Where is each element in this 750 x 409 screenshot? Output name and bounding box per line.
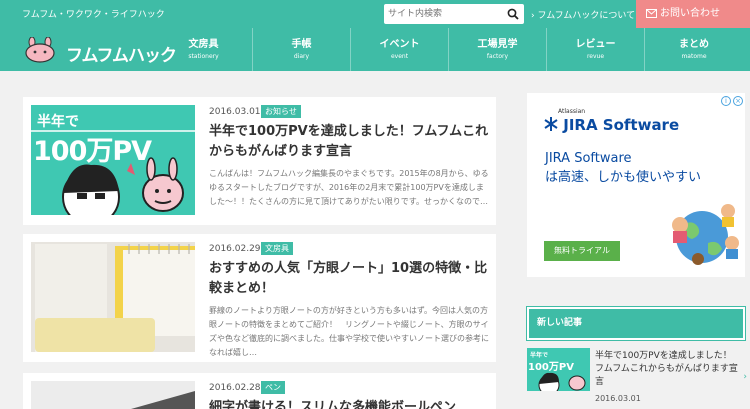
pen-photo — [31, 381, 195, 409]
recent-post-item[interactable]: 半年で 100万PV 半年で100万PVを達成しました！フムフムこれからもがんば… — [527, 344, 747, 409]
category-badge[interactable]: 文房具 — [261, 242, 293, 255]
contact-button[interactable]: お問い合わせ — [636, 0, 750, 28]
free-trial-button[interactable]: 無料トライアル — [544, 241, 620, 261]
ad-choices-badge[interactable]: i × — [721, 96, 743, 106]
rabbit-logo-icon — [25, 36, 55, 63]
site-logo[interactable]: フムフムハック — [22, 36, 177, 66]
chevron-right-icon[interactable]: › — [743, 372, 747, 382]
globe-people-illustration — [672, 204, 739, 265]
post-date: 2016.03.01 — [209, 107, 261, 117]
site-tagline: フムフム・ワクワク・ライフハック — [22, 10, 165, 20]
close-icon[interactable]: × — [733, 96, 743, 106]
notebook-photo — [31, 242, 195, 352]
chevron-right-icon: › — [531, 11, 535, 21]
post-thumbnail[interactable] — [31, 242, 195, 352]
nav-item-diary[interactable]: 手帳 diary — [253, 28, 351, 71]
cartoon-illustration — [31, 130, 195, 215]
recent-post-date: 2016.03.01 — [595, 394, 641, 403]
post-title[interactable]: おすすめの人気「方眼ノート」10選の特徴・比較まとめ！ — [209, 259, 494, 299]
post-card[interactable]: 2016.02.28 ペン 細字が書ける！スリムな多機能ボールペン — [23, 373, 496, 409]
recent-post-thumbnail[interactable]: 半年で 100万PV — [527, 348, 590, 391]
nav-item-revue[interactable]: レビュー revue — [547, 28, 645, 71]
post-excerpt: こんばんは！フムフムハック編集長のやまぐちです。2015年の8月から、ゆるゆるス… — [209, 169, 489, 206]
mail-icon — [646, 9, 657, 18]
post-title[interactable]: 細字が書ける！スリムな多機能ボールペン — [209, 398, 494, 409]
info-icon[interactable]: i — [721, 96, 731, 106]
category-badge[interactable]: ペン — [261, 381, 285, 394]
nav-item-event[interactable]: イベント event — [351, 28, 449, 71]
post-card[interactable]: 2016.02.29 文房具 おすすめの人気「方眼ノート」10選の特徴・比較まと… — [23, 234, 496, 362]
post-title[interactable]: 半年で100万PVを達成しました！フムフムこれからもがんばります宣言 — [209, 122, 494, 162]
post-date: 2016.02.29 — [209, 244, 261, 254]
post-thumbnail[interactable]: 半年で 100万PV — [31, 105, 195, 215]
recent-posts-heading: 新しい記事 — [526, 306, 746, 341]
recent-post-title[interactable]: 半年で100万PVを達成しました！フムフムこれからもがんばります宣言 — [595, 350, 739, 389]
nav-item-stationery[interactable]: 文房具 stationery — [155, 28, 253, 71]
post-excerpt: 罫線のノートより方眼ノートの方が好きという方も多いはず。今回は人気の方眼ノートの… — [209, 306, 489, 357]
jira-logo-icon — [544, 117, 558, 131]
nav-item-factory[interactable]: 工場見学 factory — [449, 28, 547, 71]
about-link[interactable]: › フムフムハックについて — [531, 8, 635, 21]
post-thumbnail[interactable] — [31, 381, 195, 409]
search-box[interactable] — [384, 4, 524, 24]
main-nav-bar: フムフムハック 文房具 stationery 手帳 diary イベント event … — [0, 28, 750, 71]
post-date: 2016.02.28 — [209, 383, 261, 393]
nav-item-matome[interactable]: まとめ matome — [645, 28, 743, 71]
contact-label: お問い合わせ — [660, 8, 720, 19]
ad-atlassian-label: Atlassian — [558, 108, 586, 115]
top-bar: フムフム・ワクワク・ライフハック › フムフムハックについて お問い合わせ — [0, 0, 750, 28]
search-icon[interactable] — [507, 8, 519, 20]
category-badge[interactable]: お知らせ — [261, 105, 301, 118]
cartoon-illustration — [538, 372, 586, 391]
search-input[interactable] — [388, 6, 500, 22]
post-card[interactable]: 半年で 100万PV 2016.03.01 お知らせ 半年で100万PVを達成し… — [23, 97, 496, 225]
sidebar-ad[interactable]: i × Atlassian JIRA Software JIRA Softwar… — [527, 93, 745, 277]
ad-brand-logo: JIRA Software — [544, 116, 679, 134]
category-nav: 文房具 stationery 手帳 diary イベント event 工場見学 fact… — [155, 28, 743, 71]
ad-headline: JIRA Software は高速、しかも使いやすい — [545, 151, 702, 185]
